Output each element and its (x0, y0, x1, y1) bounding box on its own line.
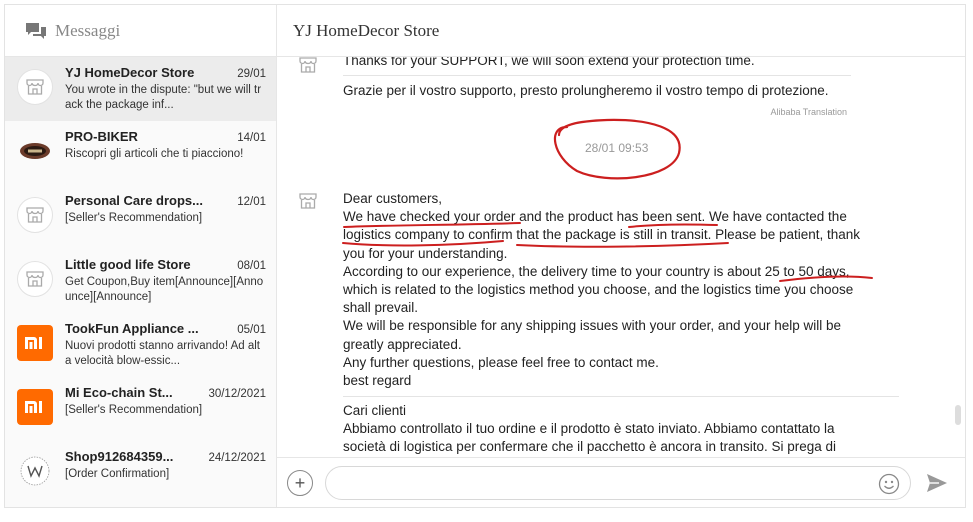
conversation-name: Personal Care drops... (65, 193, 203, 208)
store-avatar (17, 197, 53, 233)
conversation-preview: Nuovi prodotti stanno arrivando! Ad alta… (65, 340, 260, 367)
message-line: best regard (343, 373, 412, 389)
sidebar-title: Messaggi (55, 20, 121, 40)
translation-divider (343, 75, 851, 76)
w-logo-avatar (17, 453, 53, 489)
conversation-preview: Get Coupon,Buy item[Announce][Announce][… (65, 276, 264, 303)
message-line: you for your understanding. (343, 245, 508, 261)
send-icon[interactable] (925, 472, 949, 494)
conversation-name: PRO-BIKER (65, 129, 138, 144)
chat-panel: YJ HomeDecor Store Thanks for your SUPPO… (277, 5, 965, 507)
conversation-name: TookFun Appliance ... (65, 321, 199, 336)
add-attachment-button[interactable]: + (287, 469, 313, 496)
message-original-text: Thanks for your SUPPORT, we will soon ex… (343, 57, 755, 68)
message-line: which is related to the logistics method… (343, 282, 854, 298)
store-icon (26, 207, 44, 223)
message-scrollbar[interactable] (955, 405, 961, 425)
conversation-date: 12/01 (237, 196, 266, 208)
message-translation-text: Grazie per il vostro supporto, presto pr… (343, 83, 829, 98)
probiker-logo-icon (20, 143, 50, 159)
mi-logo-icon (17, 389, 53, 425)
conversation-date: 30/12/2021 (208, 388, 266, 400)
conversation-name: Shop912684359... (65, 449, 174, 464)
conversation-item-tookfun[interactable]: TookFun Appliance ... 05/01 Nuovi prodot… (5, 313, 276, 377)
store-icon (299, 57, 317, 73)
store-icon (299, 193, 317, 209)
message-line: Any further questions, please feel free … (343, 354, 659, 370)
conversation-date: 05/01 (237, 324, 266, 336)
emoji-icon[interactable] (878, 473, 900, 495)
conversation-sidebar: Messaggi YJ HomeDecor Store 29/01 You wr… (5, 5, 277, 507)
store-icon (26, 79, 44, 95)
conversation-preview: [Seller's Recommendation] (65, 404, 203, 416)
mi-logo-icon (17, 325, 53, 361)
w-logo-icon (20, 456, 50, 486)
conversation-name: Little good life Store (65, 257, 191, 272)
conversation-preview: You wrote in the dispute: "but we will t… (65, 84, 262, 111)
message-list[interactable]: Thanks for your SUPPORT, we will soon ex… (277, 57, 965, 457)
message-line: Dear customers, (343, 191, 443, 206)
conversation-date: 08/01 (237, 260, 266, 272)
store-icon (26, 271, 44, 287)
chat-header: YJ HomeDecor Store (277, 5, 965, 57)
conversation-preview: Riscopri gli articoli che ti piacciono! (65, 148, 244, 160)
translation-line: Cari clienti (343, 403, 407, 418)
conversation-name: Mi Eco-chain St... (65, 385, 173, 400)
conversation-item-little-good-life[interactable]: Little good life Store 08/01 Get Coupon,… (5, 249, 276, 313)
message-input-wrapper (325, 465, 911, 500)
conversation-item-mi-eco-chain[interactable]: Mi Eco-chain St... 30/12/2021 [Seller's … (5, 377, 276, 441)
chat-bubbles-icon (26, 22, 46, 39)
message-line: According to our experience, the deliver… (343, 263, 850, 279)
chat-store-title: YJ HomeDecor Store (293, 20, 440, 40)
translation-divider (343, 396, 899, 397)
conversation-item-pro-biker[interactable]: PRO-BIKER 14/01 Riscopri gli articoli ch… (5, 121, 276, 185)
message-line: logistics company to confirm that the pa… (343, 227, 861, 243)
message-line: shall prevail. (343, 300, 419, 316)
sidebar-header: Messaggi (5, 5, 276, 57)
store-avatar (17, 69, 53, 105)
conversation-date: 14/01 (237, 132, 266, 144)
translation-line: società di logistica per confermare che … (343, 439, 837, 455)
message-body: Dear customers, We have checked your ord… (343, 190, 883, 390)
message-timestamp: 28/01 09:53 (585, 141, 649, 155)
translation-line: Abbiamo controllato il tuo ordine e il p… (343, 421, 835, 437)
message-translation-body: Cari clienti Abbiamo controllato il tuo … (343, 402, 883, 457)
message-input[interactable] (326, 466, 910, 499)
messenger-window: Messaggi YJ HomeDecor Store 29/01 You wr… (4, 4, 966, 508)
conversation-item-shop912684359[interactable]: Shop912684359... 24/12/2021 [Order Confi… (5, 441, 276, 505)
conversation-date: 24/12/2021 (208, 452, 266, 464)
message-line: We will be responsible for any shipping … (343, 318, 842, 334)
store-avatar (17, 261, 53, 297)
conversation-item-yj-homedecor[interactable]: YJ HomeDecor Store 29/01 You wrote in th… (5, 57, 276, 121)
message-line: We have checked your order and the produ… (343, 209, 847, 225)
probiker-avatar (17, 133, 53, 169)
conversation-name: YJ HomeDecor Store (65, 65, 195, 80)
message-composer: + (277, 457, 965, 507)
conversation-date: 29/01 (237, 68, 266, 80)
message-line: greatly appreciated. (343, 336, 462, 352)
conversation-item-personal-care[interactable]: Personal Care drops... 12/01 [Seller's R… (5, 185, 276, 249)
conversation-preview: [Order Confirmation] (65, 468, 170, 480)
translation-label: Alibaba Translation (770, 107, 847, 117)
conversation-preview: [Seller's Recommendation] (65, 212, 203, 224)
